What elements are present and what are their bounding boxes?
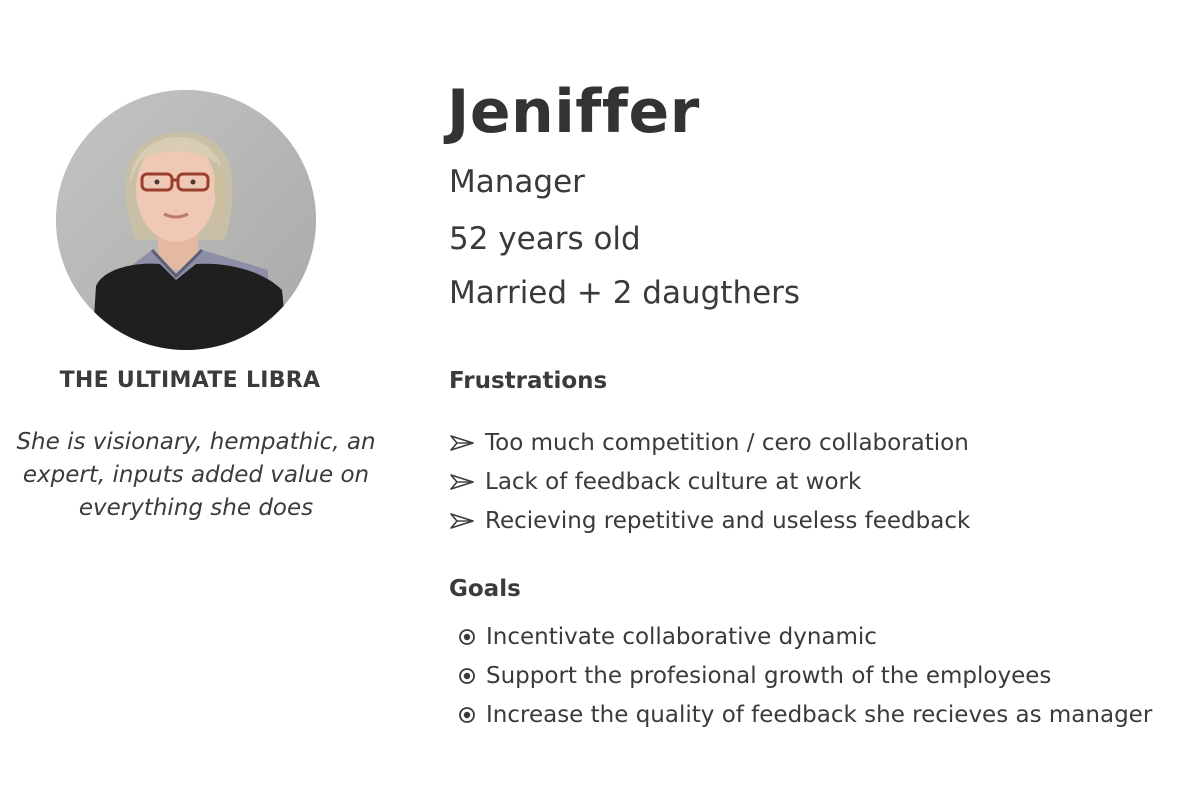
goal-item: Incentivate collaborative dynamic bbox=[449, 617, 1152, 656]
frustration-item: Recieving repetitive and useless feedbac… bbox=[449, 501, 970, 540]
arrow-icon bbox=[450, 473, 474, 490]
arrow-icon bbox=[450, 434, 474, 451]
arrow-icon bbox=[450, 512, 474, 529]
goals-list: Incentivate collaborative dynamic Suppor… bbox=[449, 617, 1152, 734]
goal-text: Incentivate collaborative dynamic bbox=[486, 623, 877, 650]
frustration-item: Too much competition / cero collaboratio… bbox=[449, 423, 970, 462]
radio-bullet-icon bbox=[459, 667, 475, 684]
persona-family: Married + 2 daugthers bbox=[449, 275, 801, 311]
goal-item: Increase the quality of feedback she rec… bbox=[449, 695, 1152, 734]
frustration-item: Lack of feedback culture at work bbox=[449, 462, 970, 501]
persona-tagline: THE ULTIMATE LIBRA bbox=[59, 368, 321, 393]
persona-age: 52 years old bbox=[449, 221, 641, 257]
goal-text: Increase the quality of feedback she rec… bbox=[486, 701, 1153, 728]
frustration-text: Lack of feedback culture at work bbox=[485, 468, 862, 495]
goal-item: Support the profesional growth of the em… bbox=[449, 656, 1152, 695]
persona-photo bbox=[56, 90, 316, 350]
radio-bullet-icon bbox=[459, 706, 475, 723]
frustration-text: Too much competition / cero collaboratio… bbox=[485, 429, 969, 456]
persona-avatar bbox=[56, 90, 316, 350]
persona-name: Jeniffer bbox=[447, 77, 700, 147]
persona-quote: She is visionary, hempathic, an expert, … bbox=[16, 429, 376, 521]
persona-role: Manager bbox=[449, 164, 585, 200]
frustration-text: Recieving repetitive and useless feedbac… bbox=[485, 507, 971, 534]
frustrations-list: Too much competition / cero collaboratio… bbox=[449, 423, 970, 540]
goal-text: Support the profesional growth of the em… bbox=[486, 662, 1052, 689]
radio-bullet-icon bbox=[459, 628, 475, 645]
frustrations-heading: Frustrations bbox=[449, 368, 608, 394]
goals-heading: Goals bbox=[449, 576, 521, 602]
